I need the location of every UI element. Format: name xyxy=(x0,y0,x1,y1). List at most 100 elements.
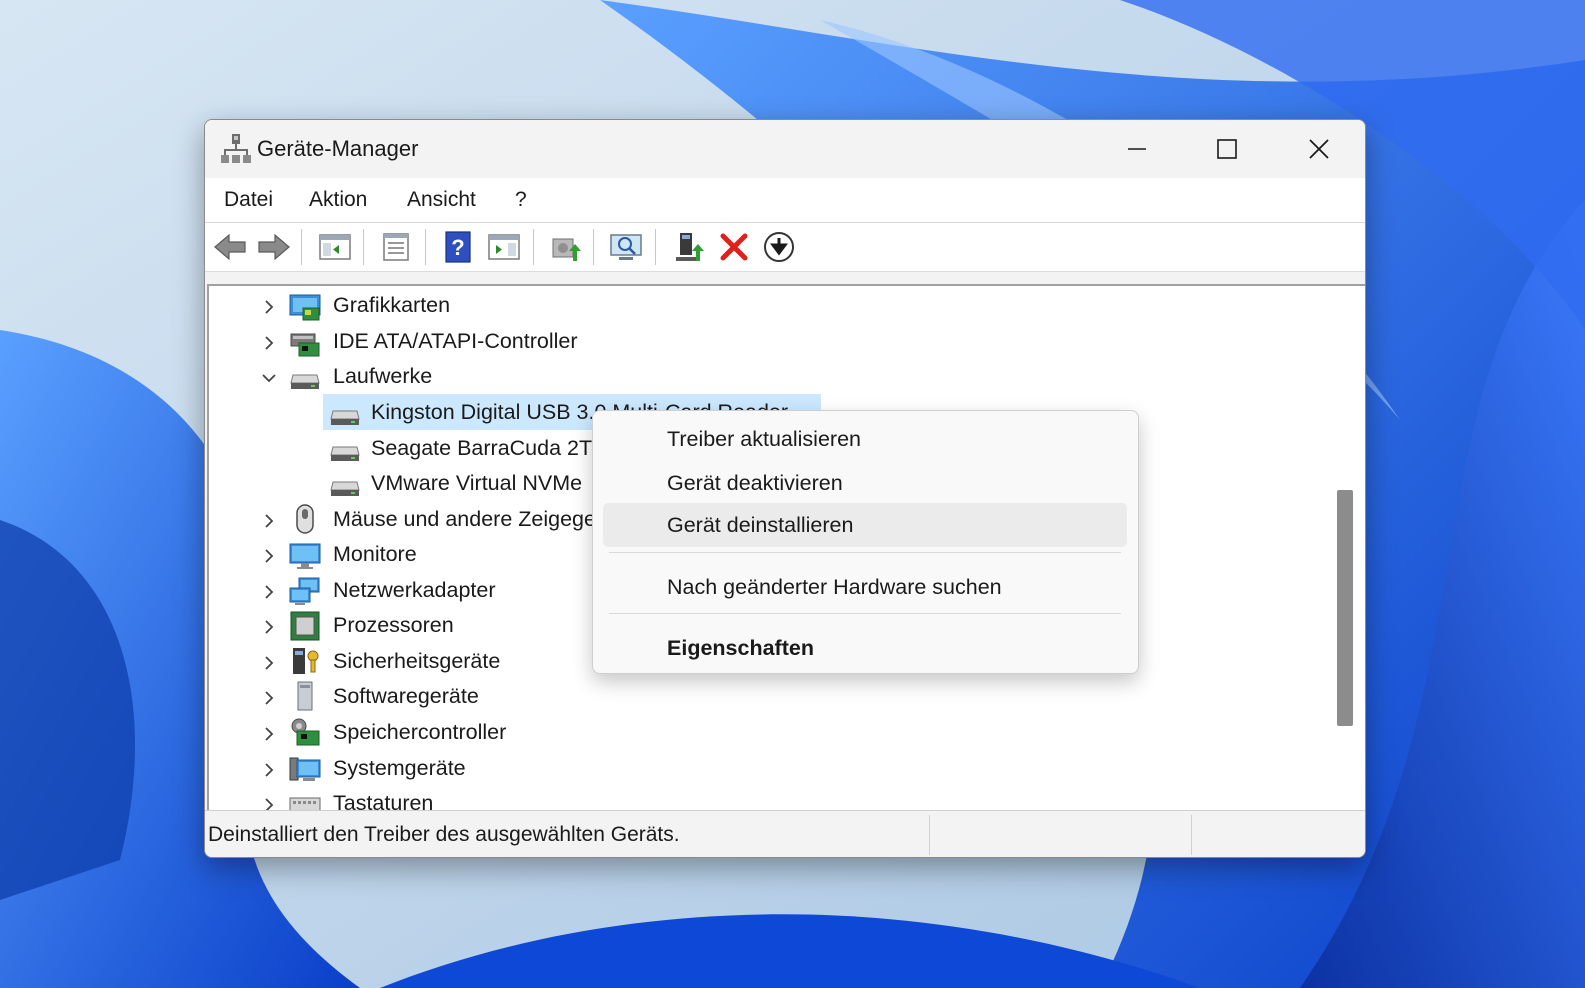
network-adapter-icon xyxy=(289,577,320,605)
display-adapter-icon xyxy=(289,294,321,321)
close-icon xyxy=(1309,139,1329,159)
title-bar[interactable]: Geräte-Manager xyxy=(205,120,1365,178)
tree-item-tastaturen[interactable]: Tastaturen xyxy=(209,788,1329,810)
ide-controller-icon xyxy=(290,333,320,357)
software-device-icon xyxy=(297,681,313,711)
tree-item-label: Netzwerkadapter xyxy=(333,578,496,602)
toolbar-separator xyxy=(593,229,594,265)
tree-item-label: Laufwerke xyxy=(333,364,433,388)
tree-item-label: Monitore xyxy=(333,542,417,566)
device-manager-icon xyxy=(221,134,251,163)
chevron-right-icon[interactable] xyxy=(259,795,279,810)
disk-drive-icon xyxy=(330,481,360,496)
menu-aktion[interactable]: Aktion xyxy=(309,188,367,212)
chevron-right-icon[interactable] xyxy=(259,582,279,602)
menu-datei[interactable]: Datei xyxy=(224,188,273,212)
status-text: Deinstalliert den Treiber des ausgewählt… xyxy=(208,823,680,846)
console-tree-button[interactable] xyxy=(318,231,352,263)
tree-item-grafikkarten[interactable]: Grafikkarten xyxy=(209,290,1329,324)
tree-item-label: Mäuse und andere Zeigegeräte xyxy=(333,507,634,531)
ctx-uninstall-device[interactable]: Gerät deinstallieren xyxy=(603,503,1127,547)
vertical-scrollbar[interactable] xyxy=(1333,286,1365,810)
ctx-item-label: Nach geänderter Hardware suchen xyxy=(667,575,1002,599)
chevron-right-icon[interactable] xyxy=(259,760,279,780)
maximize-icon xyxy=(1217,139,1237,159)
toolbar-separator xyxy=(655,229,656,265)
tree-item-label: Speichercontroller xyxy=(333,720,507,744)
monitor-icon xyxy=(289,543,321,569)
action-pane-button[interactable] xyxy=(487,231,521,263)
security-device-icon xyxy=(293,648,319,674)
ctx-item-label: Eigenschaften xyxy=(667,636,814,660)
toolbar: ? xyxy=(205,223,1365,272)
properties-button[interactable] xyxy=(379,231,413,263)
chevron-right-icon[interactable] xyxy=(259,617,279,637)
scrollbar-thumb[interactable] xyxy=(1337,490,1353,726)
chevron-right-icon[interactable] xyxy=(259,297,279,317)
keyboard-icon xyxy=(289,797,321,810)
maximize-button[interactable] xyxy=(1181,120,1273,178)
chevron-right-icon[interactable] xyxy=(259,688,279,708)
tree-item-laufwerke[interactable]: Laufwerke xyxy=(209,361,1329,395)
ctx-separator xyxy=(609,613,1121,614)
chevron-right-icon[interactable] xyxy=(259,511,279,531)
chevron-right-icon[interactable] xyxy=(259,546,279,566)
system-device-icon xyxy=(289,757,321,781)
tree-item-speichercontroller[interactable]: Speichercontroller xyxy=(209,717,1329,751)
tree-item-label: Tastaturen xyxy=(333,791,434,810)
ctx-scan-hardware[interactable]: Nach geänderter Hardware suchen xyxy=(603,565,1127,609)
ctx-separator xyxy=(609,552,1121,553)
tree-item-softwaregeraete[interactable]: Softwaregeräte xyxy=(209,681,1329,715)
uninstall-button[interactable] xyxy=(717,231,751,263)
tree-item-label: IDE ATA/ATAPI-Controller xyxy=(333,329,578,353)
scan-hardware-icon xyxy=(610,234,642,260)
disk-drive-icon xyxy=(330,410,360,425)
tree-item-label: Softwaregeräte xyxy=(333,684,479,708)
ctx-item-label: Treiber aktualisieren xyxy=(667,427,861,451)
close-button[interactable] xyxy=(1273,120,1365,178)
toolbar-separator xyxy=(301,229,302,265)
tree-item-ide-controller[interactable]: IDE ATA/ATAPI-Controller xyxy=(209,326,1329,360)
tree-item-label: Systemgeräte xyxy=(333,756,466,780)
chevron-right-icon[interactable] xyxy=(259,724,279,744)
help-button[interactable]: ? xyxy=(441,231,475,263)
context-menu: Treiber aktualisieren Gerät deaktivieren… xyxy=(592,410,1139,674)
ctx-item-label: Gerät deaktivieren xyxy=(667,471,843,495)
svg-text:?: ? xyxy=(451,235,464,260)
console-tree-icon xyxy=(319,234,351,260)
minimize-icon xyxy=(1128,148,1146,150)
ctx-properties[interactable]: Eigenschaften xyxy=(603,626,1127,670)
tree-item-label: Seagate BarraCuda 2TB xyxy=(371,436,607,460)
disable-device-icon xyxy=(764,232,794,262)
disable-device-button[interactable] xyxy=(762,231,796,263)
processor-icon xyxy=(290,611,320,641)
chevron-right-icon[interactable] xyxy=(259,653,279,673)
tree-item-label: VMware Virtual NVMe xyxy=(371,471,583,495)
disk-drive-icon xyxy=(290,374,320,389)
status-bar: Deinstalliert den Treiber des ausgewählt… xyxy=(205,810,1365,857)
minimize-button[interactable] xyxy=(1091,120,1183,178)
ctx-update-driver[interactable]: Treiber aktualisieren xyxy=(603,417,1127,461)
status-divider xyxy=(1191,815,1192,855)
tree-item-label: Grafikkarten xyxy=(333,293,451,317)
menu-bar: Datei Aktion Ansicht ? xyxy=(205,178,1365,223)
update-driver-button[interactable] xyxy=(548,231,582,263)
menu-help[interactable]: ? xyxy=(515,188,527,212)
toolbar-separator xyxy=(425,229,426,265)
forward-icon xyxy=(258,233,290,261)
toolbar-separator xyxy=(533,229,534,265)
tree-item-label: Sicherheitsgeräte xyxy=(333,649,501,673)
chevron-down-icon[interactable] xyxy=(259,368,279,388)
update-driver-icon xyxy=(552,238,581,261)
chevron-right-icon[interactable] xyxy=(259,333,279,353)
tree-item-systemgeraete[interactable]: Systemgeräte xyxy=(209,753,1329,787)
uninstall-icon xyxy=(720,233,748,261)
ctx-disable-device[interactable]: Gerät deaktivieren xyxy=(603,461,1127,505)
properties-icon xyxy=(383,233,409,261)
enable-device-button[interactable] xyxy=(672,231,706,263)
scan-hardware-button[interactable] xyxy=(609,231,643,263)
forward-button[interactable] xyxy=(257,231,291,263)
help-icon: ? xyxy=(445,231,471,263)
menu-ansicht[interactable]: Ansicht xyxy=(407,188,476,212)
back-button[interactable] xyxy=(213,231,247,263)
